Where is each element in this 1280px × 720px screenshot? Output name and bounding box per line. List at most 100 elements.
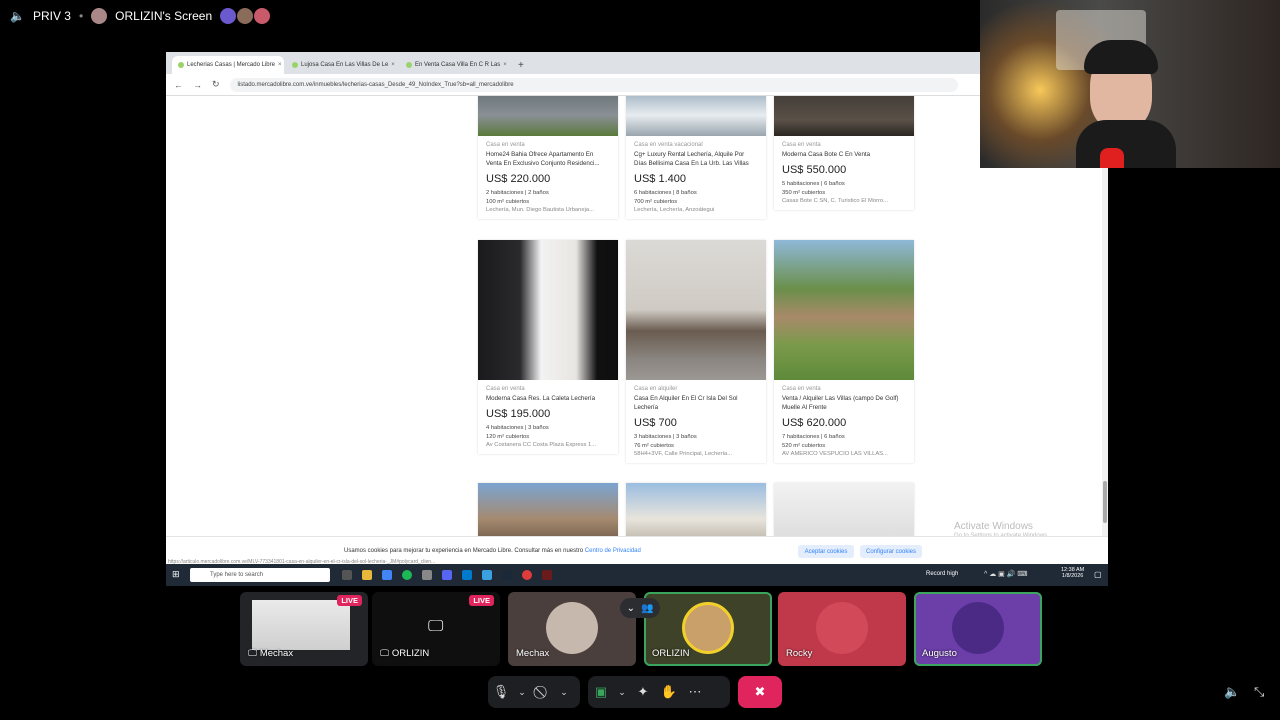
app-icon[interactable] xyxy=(542,570,552,580)
app-icon[interactable] xyxy=(482,570,492,580)
back-icon[interactable]: ← xyxy=(174,80,183,90)
listing-photo[interactable] xyxy=(774,483,914,536)
listing-card[interactable]: Casa en venta Home24 Bahia Ofrece Aparta… xyxy=(478,96,618,219)
privacy-link[interactable]: Centro de Privacidad xyxy=(585,548,641,554)
file-explorer-icon[interactable] xyxy=(362,570,372,580)
listing-card[interactable] xyxy=(478,483,618,536)
notification-icon[interactable]: ▢ xyxy=(1094,570,1102,579)
task-view-icon[interactable] xyxy=(342,570,352,580)
listing-photo[interactable] xyxy=(478,240,618,380)
microphone-icon[interactable]: 🎙 xyxy=(488,684,514,700)
viewer-avatars[interactable] xyxy=(220,8,271,24)
participant-tile[interactable]: LIVE 🖵 🖵 ORLIZIN xyxy=(372,592,500,666)
screen-label: ORLIZIN's Screen xyxy=(115,9,213,23)
browser-tab[interactable]: Lecherias Casas | Mercado Libre × xyxy=(172,56,284,74)
forward-icon[interactable]: → xyxy=(193,80,202,90)
participant-name: 🖵 ORLIZIN xyxy=(380,648,430,659)
configure-cookies-button[interactable]: Configurar cookies xyxy=(860,545,922,558)
exit-fullscreen-icon[interactable]: ⤡ xyxy=(1254,684,1264,700)
listing-location: 58H4+3VF, Calle Principal, Lechería... xyxy=(634,451,733,457)
volume-icon[interactable]: 🔈 xyxy=(1224,684,1240,700)
avatar xyxy=(682,602,734,654)
clock[interactable]: 12:38 AM 1/8/2026 xyxy=(1061,567,1084,579)
browser-tab[interactable]: Lujosa Casa En Las Villas De Le × xyxy=(286,56,398,74)
tray-icons[interactable]: ^ ☁ ▣ 🔊 ⌨ xyxy=(984,570,1028,578)
app-icon[interactable] xyxy=(422,570,432,580)
listing-photo[interactable] xyxy=(626,96,766,136)
listing-rooms: 4 habitaciones | 3 baños xyxy=(486,425,549,431)
collapse-participants-button[interactable]: ⌄ 👥 xyxy=(620,598,660,618)
listing-price: US$ 620.000 xyxy=(782,417,847,429)
vscode-icon[interactable] xyxy=(462,570,472,580)
participant-tile[interactable]: Mechax xyxy=(508,592,636,666)
screen-share-icon: 🖵 xyxy=(428,618,444,635)
spotify-icon[interactable] xyxy=(402,570,412,580)
chevron-down-icon[interactable]: ⌄ xyxy=(514,687,530,698)
participant-tile[interactable]: ORLIZIN xyxy=(644,592,772,666)
app-icon[interactable] xyxy=(522,570,532,580)
cookie-text: Usamos cookies para mejorar tu experienc… xyxy=(344,548,641,554)
chrome-icon[interactable] xyxy=(382,570,392,580)
chevron-down-icon: ⌄ xyxy=(626,602,635,614)
activities-icon[interactable]: ✦ xyxy=(630,684,656,700)
browser-tab[interactable]: En Venta Casa Villa En C R Las × xyxy=(400,56,512,74)
chevron-down-icon[interactable]: ⌄ xyxy=(556,687,572,698)
scrollbar[interactable] xyxy=(1102,140,1108,536)
listing-card[interactable]: Casa en alquiler Casa En Alquiler En El … xyxy=(626,240,766,463)
participant-tile[interactable]: Rocky xyxy=(778,592,906,666)
listing-card[interactable]: Casa en venta Moderna Casa Bote C En Ven… xyxy=(774,96,914,210)
listing-category: Casa en venta xyxy=(782,386,821,392)
listing-photo[interactable] xyxy=(478,96,618,136)
listing-title[interactable]: Moderna Casa Bote C En Venta xyxy=(782,150,906,159)
listing-card[interactable]: Casa en venta vacacional Cg+ Luxury Rent… xyxy=(626,96,766,219)
participant-tile[interactable]: Augusto xyxy=(914,592,1042,666)
listing-title[interactable]: Casa En Alquiler En El Cr Isla Del Sol L… xyxy=(634,394,758,412)
listing-title[interactable]: Venta / Alquiler Las Villas (campo De Go… xyxy=(782,394,906,412)
taskbar-search-input[interactable]: Type here to search xyxy=(190,568,330,582)
listing-title[interactable]: Moderna Casa Res. La Caleta Lechería xyxy=(486,394,610,403)
listing-photo[interactable] xyxy=(626,483,766,536)
new-tab-button[interactable]: + xyxy=(514,60,528,74)
listing-title[interactable]: Cg+ Luxury Rental Lechería, Alquile Por … xyxy=(634,150,758,168)
avatar xyxy=(546,602,598,654)
shared-screen[interactable]: Lecherias Casas | Mercado Libre × Lujosa … xyxy=(166,52,1108,586)
audio-video-controls: 🎙 ⌄ ⃠ ⌄ xyxy=(488,676,580,708)
live-badge: LIVE xyxy=(469,595,494,606)
listing-rooms: 5 habitaciones | 6 baños xyxy=(782,181,845,187)
microphone xyxy=(1100,148,1124,168)
listing-category: Casa en venta xyxy=(486,386,525,392)
discord-icon[interactable] xyxy=(442,570,452,580)
speaker-icon: 🔈 xyxy=(10,9,25,23)
listing-photo[interactable] xyxy=(626,240,766,380)
camera-off-icon[interactable]: ⃠ xyxy=(530,684,556,700)
listing-card[interactable]: Casa en venta Moderna Casa Res. La Calet… xyxy=(478,240,618,454)
chevron-down-icon[interactable]: ⌄ xyxy=(614,687,630,698)
steam-icon[interactable] xyxy=(502,570,512,580)
listing-card[interactable]: Casa en venta Venta / Alquiler Las Villa… xyxy=(774,240,914,463)
listing-title[interactable]: Home24 Bahia Ofrece Apartamento En Venta… xyxy=(486,150,610,168)
screen-share-icon[interactable]: ▣ xyxy=(588,684,614,700)
url-input[interactable]: listado.mercadolibre.com.ve/inmuebles/le… xyxy=(229,77,958,92)
start-icon[interactable]: ⊞ xyxy=(172,569,180,580)
listing-card[interactable] xyxy=(626,483,766,536)
more-icon[interactable]: ⋯ xyxy=(682,684,708,700)
accept-cookies-button[interactable]: Aceptar cookies xyxy=(798,545,854,558)
activate-windows-title: Activate Windows xyxy=(954,521,1033,532)
reload-icon[interactable]: ↻ xyxy=(212,79,220,90)
disconnect-button[interactable]: ✖ xyxy=(738,676,782,708)
participant-tile[interactable]: LIVE 🖵 Mechax xyxy=(240,592,368,666)
soundboard-icon[interactable]: ✋ xyxy=(656,684,682,700)
listing-price: US$ 220.000 xyxy=(486,173,551,185)
hangup-icon: ✖ xyxy=(754,684,766,699)
shirt xyxy=(1076,120,1176,168)
separator: • xyxy=(78,9,84,23)
listing-photo[interactable] xyxy=(774,96,914,136)
listing-photo[interactable] xyxy=(774,240,914,380)
listing-photo[interactable] xyxy=(478,483,618,536)
scrollbar-thumb[interactable] xyxy=(1103,481,1107,523)
windows-taskbar: ⊞ Type here to search Record high ^ ☁ ▣ … xyxy=(166,564,1108,586)
listing-card[interactable] xyxy=(774,483,914,536)
channel-name[interactable]: PRIV 3 xyxy=(33,9,71,23)
weather-widget[interactable]: Record high xyxy=(926,571,958,577)
listing-rooms: 3 habitaciones | 3 baños xyxy=(634,434,697,440)
